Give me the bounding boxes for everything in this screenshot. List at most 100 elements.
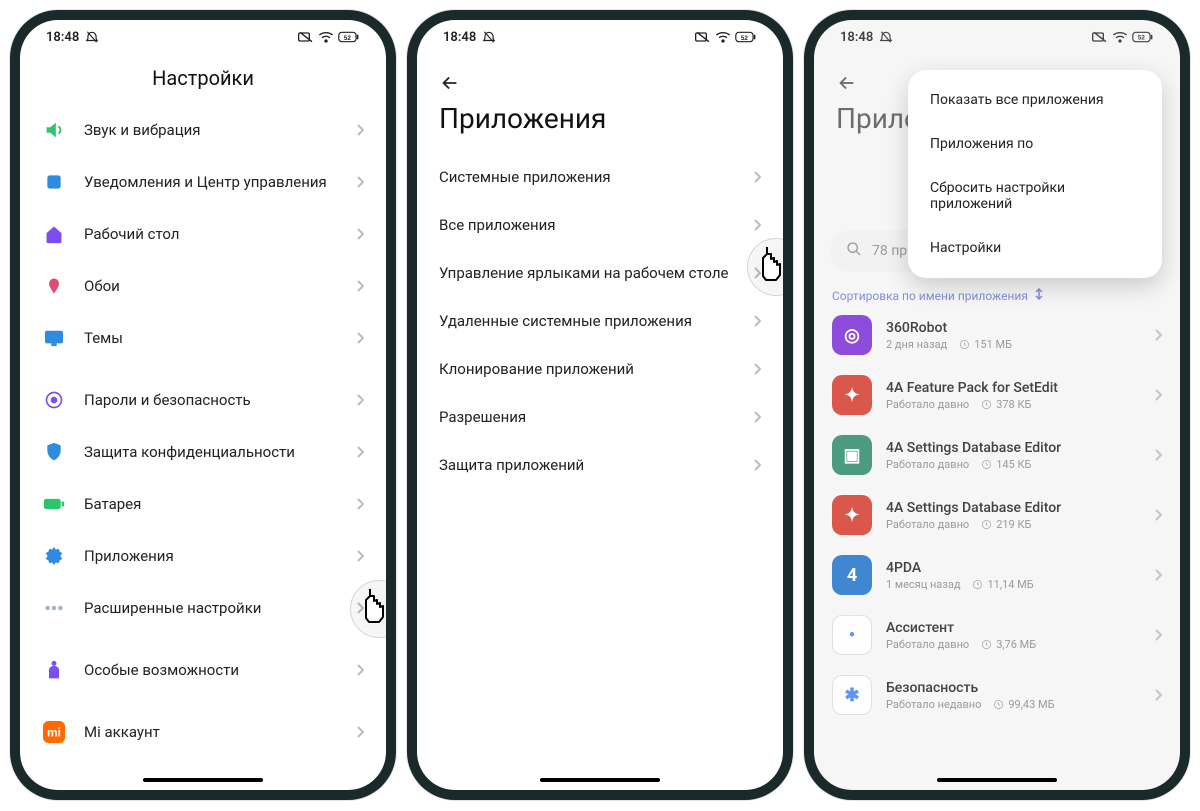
svg-text:mi: mi (47, 726, 61, 740)
app-storage: 378 КБ (981, 398, 1031, 411)
wifi-icon (715, 31, 731, 43)
app-storage: 11,14 МБ (972, 578, 1033, 591)
settings-row-access[interactable]: Особые возможности (20, 644, 386, 696)
status-time: 18:48 (443, 30, 476, 45)
app-row[interactable]: ✱ Безопасность Работало недавно 99,43 МБ (814, 665, 1180, 725)
search-icon (846, 241, 862, 261)
row-label: Разрешения (439, 408, 743, 426)
row-label: Все приложения (439, 216, 743, 234)
row-label: Приложения (84, 547, 338, 565)
screen-settings: 18:48 52 Настройки Звук и вибрация Уведо… (20, 20, 386, 790)
app-last-used: Работало недавно (886, 698, 981, 711)
settings-list[interactable]: Звук и вибрация Уведомления и Центр упра… (20, 104, 386, 758)
app-last-used: Работало давно (886, 638, 969, 651)
chevron-right-icon (1154, 688, 1162, 702)
gear-icon (42, 544, 66, 568)
back-button[interactable] (439, 72, 761, 94)
row-label: Темы (84, 329, 338, 347)
row-label: Mi аккаунт (84, 723, 338, 741)
screen-all-apps: 18:48 52 Прило (814, 20, 1180, 790)
sort-icon (1034, 288, 1044, 303)
settings-row-dots[interactable]: Расширенные настройки (20, 582, 386, 634)
sort-control[interactable]: Сортировка по имени приложения (814, 282, 1180, 305)
popup-item[interactable]: Настройки (908, 226, 1162, 270)
row-label: Системные приложения (439, 168, 743, 186)
battery-icon: 52 (338, 31, 360, 43)
screen-apps: 18:48 52 Приложения Системные приложения… (417, 20, 783, 790)
svg-text:52: 52 (1138, 35, 1145, 42)
access-icon (42, 658, 66, 682)
chevron-right-icon (1154, 508, 1162, 522)
app-icon: • (832, 615, 872, 655)
status-bar: 18:48 52 (417, 20, 783, 54)
popup-item[interactable]: Приложения по (908, 122, 1162, 166)
theme-icon (42, 326, 66, 350)
wifi-icon (1112, 31, 1128, 43)
popup-item[interactable]: Сбросить настройки приложений (908, 166, 1162, 226)
apps-row[interactable]: Системные приложения (417, 153, 783, 201)
page-title: Настройки (20, 54, 386, 104)
app-icon: ▣ (832, 435, 872, 475)
app-name: Ассистент (886, 620, 1140, 636)
chevron-right-icon (753, 410, 761, 424)
settings-row-wall[interactable]: Обои (20, 260, 386, 312)
nav-indicator (937, 778, 1057, 782)
svg-text:52: 52 (344, 35, 351, 42)
apps-row[interactable]: Управление ярлыками на рабочем столе (417, 249, 783, 297)
settings-row-home[interactable]: Рабочий стол (20, 208, 386, 260)
row-label: Рабочий стол (84, 225, 338, 243)
settings-row-battery[interactable]: Батарея (20, 478, 386, 530)
app-last-used: 2 дня назад (886, 338, 947, 351)
battery-icon (42, 492, 66, 516)
status-bar: 18:48 52 (20, 20, 386, 54)
chevron-right-icon (753, 314, 761, 328)
app-row[interactable]: ✦ 4A Feature Pack for SetEdit Работало д… (814, 365, 1180, 425)
app-icon: ✱ (832, 675, 872, 715)
sound-icon (42, 118, 66, 142)
settings-row-lock[interactable]: Пароли и безопасность (20, 374, 386, 426)
settings-row-gear[interactable]: Приложения (20, 530, 386, 582)
battery-icon: 52 (735, 31, 757, 43)
row-label: Управление ярлыками на рабочем столе (439, 264, 743, 282)
chevron-right-icon (356, 123, 364, 137)
popup-item[interactable]: Показать все приложения (908, 78, 1162, 122)
app-row[interactable]: ▣ 4A Settings Database Editor Работало д… (814, 425, 1180, 485)
phone-frame-1: 18:48 52 Настройки Звук и вибрация Уведо… (10, 10, 396, 800)
app-row[interactable]: ◎ 360Robot 2 дня назад 151 МБ (814, 305, 1180, 365)
apps-row[interactable]: Клонирование приложений (417, 345, 783, 393)
chevron-right-icon (753, 458, 761, 472)
chevron-right-icon (1154, 328, 1162, 342)
row-label: Расширенные настройки (84, 599, 338, 617)
settings-row-mi[interactable]: mi Mi аккаунт (20, 706, 386, 758)
app-storage: 3,76 МБ (981, 638, 1036, 651)
status-bar: 18:48 52 (814, 20, 1180, 54)
app-icon: ✦ (832, 495, 872, 535)
phone-frame-2: 18:48 52 Приложения Системные приложения… (407, 10, 793, 800)
apps-row[interactable]: Разрешения (417, 393, 783, 441)
apps-row[interactable]: Удаленные системные приложения (417, 297, 783, 345)
apps-row[interactable]: Все приложения (417, 201, 783, 249)
settings-row-shield[interactable]: Защита конфиденциальности (20, 426, 386, 478)
shield-icon (42, 440, 66, 464)
camera-block-icon (695, 31, 711, 43)
app-last-used: Работало давно (886, 458, 969, 471)
battery-icon: 52 (1132, 31, 1154, 43)
nav-indicator (143, 778, 263, 782)
app-row[interactable]: 4 4PDA 1 месяц назад 11,14 МБ (814, 545, 1180, 605)
chevron-right-icon (356, 725, 364, 739)
app-name: 4PDA (886, 560, 1140, 576)
home-icon (42, 222, 66, 246)
settings-row-sound[interactable]: Звук и вибрация (20, 104, 386, 156)
chevron-right-icon (753, 266, 761, 280)
app-row[interactable]: • Ассистент Работало давно 3,76 МБ (814, 605, 1180, 665)
row-label: Звук и вибрация (84, 121, 338, 139)
settings-row-theme[interactable]: Темы (20, 312, 386, 364)
app-storage: 151 МБ (959, 338, 1012, 351)
camera-block-icon (298, 31, 314, 43)
app-row[interactable]: ✦ 4A Settings Database Editor Работало д… (814, 485, 1180, 545)
chevron-right-icon (356, 601, 364, 615)
app-name: 4A Settings Database Editor (886, 440, 1140, 456)
wall-icon (42, 274, 66, 298)
settings-row-bell[interactable]: Уведомления и Центр управления (20, 156, 386, 208)
apps-row[interactable]: Защита приложений (417, 441, 783, 489)
